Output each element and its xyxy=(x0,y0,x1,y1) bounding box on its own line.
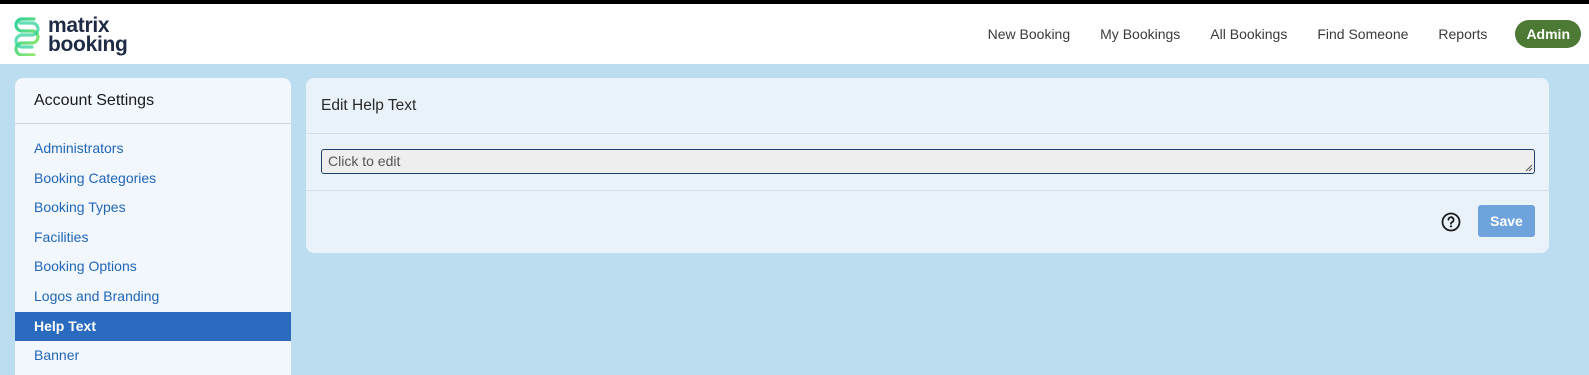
brand-name: matrix booking xyxy=(48,15,128,56)
nav-new-booking[interactable]: New Booking xyxy=(988,20,1071,48)
question-circle-icon[interactable] xyxy=(1441,212,1461,232)
sidebar-item-facilities[interactable]: Facilities xyxy=(15,223,291,253)
nav-reports[interactable]: Reports xyxy=(1438,20,1487,48)
sidebar-item-banner[interactable]: Banner xyxy=(15,341,291,371)
resize-grip-icon[interactable] xyxy=(1525,164,1533,172)
save-button[interactable]: Save xyxy=(1478,205,1535,237)
account-settings-sidebar: Account Settings Administrators Booking … xyxy=(15,78,291,375)
panel-body: Click to edit xyxy=(306,134,1549,191)
sidebar-item-logos-and-branding[interactable]: Logos and Branding xyxy=(15,282,291,312)
sidebar-item-booking-types[interactable]: Booking Types xyxy=(15,193,291,223)
sidebar-title: Account Settings xyxy=(15,78,291,124)
brand-line-2: booking xyxy=(48,33,128,56)
nav-all-bookings[interactable]: All Bookings xyxy=(1210,20,1287,48)
nav-admin-button[interactable]: Admin xyxy=(1515,20,1581,48)
panel-footer: Save xyxy=(306,191,1549,253)
matrix-booking-logo-icon xyxy=(14,17,40,56)
help-text-editor[interactable]: Click to edit xyxy=(321,149,1535,174)
help-text-placeholder: Click to edit xyxy=(328,153,401,169)
sidebar-item-administrators[interactable]: Administrators xyxy=(15,134,291,164)
edit-help-text-panel: Edit Help Text Click to edit Save xyxy=(306,78,1549,253)
sidebar-item-booking-options[interactable]: Booking Options xyxy=(15,252,291,282)
sidebar-list: Administrators Booking Categories Bookin… xyxy=(15,134,291,371)
panel-title: Edit Help Text xyxy=(306,78,1549,134)
sidebar-item-help-text[interactable]: Help Text xyxy=(15,311,291,342)
nav-find-someone[interactable]: Find Someone xyxy=(1317,20,1408,48)
nav-my-bookings[interactable]: My Bookings xyxy=(1100,20,1180,48)
header-bar: matrix booking New Booking My Bookings A… xyxy=(0,4,1589,64)
main-nav: New Booking My Bookings All Bookings Fin… xyxy=(958,20,1581,48)
brand-logo[interactable]: matrix booking xyxy=(12,12,128,58)
sidebar-item-booking-categories[interactable]: Booking Categories xyxy=(15,164,291,194)
